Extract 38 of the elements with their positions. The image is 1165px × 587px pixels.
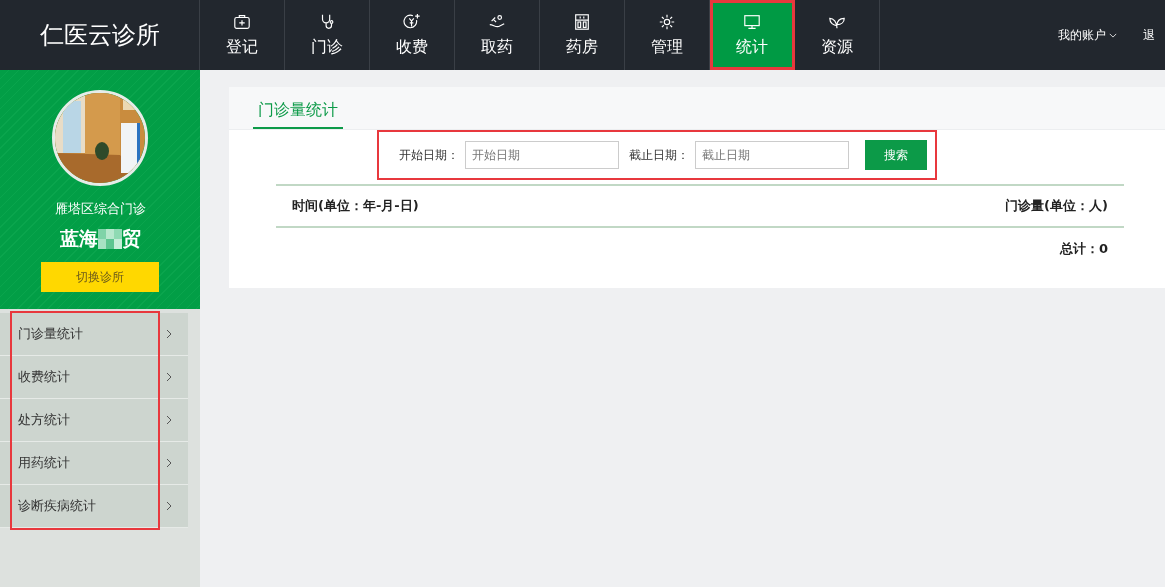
- sidebar-item[interactable]: 诊断疾病统计: [0, 485, 188, 528]
- chevron-icon: [166, 329, 172, 339]
- column-header: 时间(单位：年-月-日): [292, 197, 419, 215]
- account-menu[interactable]: 我的账户: [1058, 26, 1117, 44]
- switch-clinic-button[interactable]: 切换诊所: [41, 262, 159, 292]
- medical-kit-icon: [233, 12, 251, 31]
- input-field[interactable]: 开始日期: [465, 141, 619, 169]
- caret-icon: [1109, 32, 1117, 38]
- nav-tab[interactable]: 取药: [455, 0, 540, 70]
- field-label: 截止日期：: [629, 146, 689, 164]
- nav-tab[interactable]: 资源: [795, 0, 880, 70]
- nav-tab[interactable]: 统计: [710, 0, 795, 70]
- nav-tab[interactable]: 门诊: [285, 0, 370, 70]
- logout-link[interactable]: 退: [1143, 26, 1155, 44]
- sidebar-item[interactable]: 收费统计: [0, 356, 188, 399]
- user-name: 贸: [121, 226, 141, 251]
- nav-tab[interactable]: 收费: [370, 0, 455, 70]
- chevron-icon: [166, 372, 172, 382]
- clinic-name: 雁塔区综合门诊: [54, 200, 146, 218]
- tab[interactable]: 门诊量统计: [253, 100, 343, 129]
- user-name: 蓝海: [59, 226, 98, 251]
- monitor-icon: [743, 12, 761, 31]
- yen-coin-icon: [403, 12, 421, 31]
- chevron-icon: [166, 415, 172, 425]
- field-label: 开始日期：: [399, 146, 459, 164]
- mosaic-icon: [97, 229, 122, 249]
- search-button[interactable]: 搜索: [865, 140, 927, 170]
- sidebar-item[interactable]: 处方统计: [0, 399, 188, 442]
- sidebar-item[interactable]: 用药统计: [0, 442, 188, 485]
- column-header: 门诊量(单位：人): [1005, 197, 1108, 215]
- nav-tab[interactable]: 药房: [540, 0, 625, 70]
- cabinet-icon: [573, 12, 591, 31]
- input-field[interactable]: 截止日期: [695, 141, 849, 169]
- nav-tab[interactable]: 登记: [200, 0, 285, 70]
- sidebar-item[interactable]: 门诊量统计: [0, 313, 188, 356]
- chevron-icon: [166, 458, 172, 468]
- total-text: 总计：0: [1059, 240, 1108, 258]
- chevron-icon: [166, 501, 172, 511]
